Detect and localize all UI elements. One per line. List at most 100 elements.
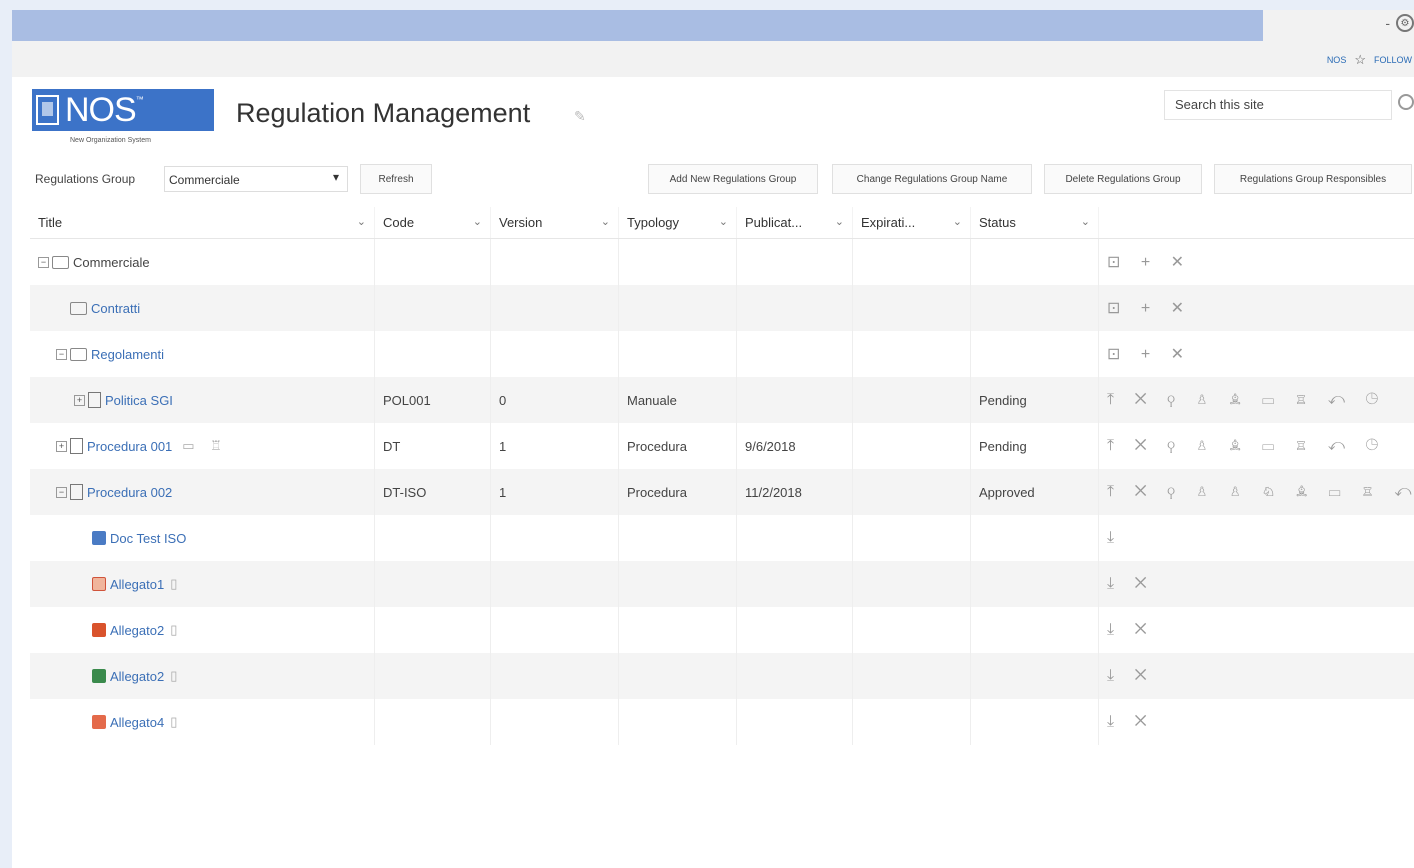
chevron-down-icon: ⌄	[356, 216, 366, 228]
logo-mark-icon	[36, 95, 59, 125]
row-actions[interactable]: ⤓ ✕	[1099, 607, 1414, 653]
row-actions[interactable]: ⊡ + ✕	[1099, 239, 1414, 285]
row-actions[interactable]: ⤓ ✕	[1099, 561, 1414, 607]
code-cell	[375, 285, 491, 331]
status-cell	[971, 331, 1099, 377]
expand-icon[interactable]: +	[56, 440, 67, 452]
row-title[interactable]: Regolamenti	[91, 347, 164, 362]
row-title[interactable]: Allegato4	[110, 715, 164, 730]
col-code[interactable]: Code ⌄	[375, 207, 491, 238]
add-group-button[interactable]: Add New Regulations Group	[648, 164, 818, 194]
collapse-icon[interactable]: −	[56, 348, 67, 360]
row-title[interactable]: Contratti	[91, 301, 140, 316]
expiration-cell	[853, 285, 971, 331]
document-icon	[88, 392, 101, 408]
change-group-name-button[interactable]: Change Regulations Group Name	[832, 164, 1032, 194]
table-row: − Procedura 002 DT-ISO 1 Procedura 11/2/2…	[30, 469, 1414, 515]
row-title[interactable]: Politica SGI	[105, 393, 173, 408]
col-expiration[interactable]: Expirati... ⌄	[853, 207, 971, 238]
site-links: NOS ☆ FOLLOW	[1327, 52, 1412, 68]
typology-cell	[619, 561, 737, 607]
table-row: − Commerciale ⊡ + ✕	[30, 239, 1414, 285]
group-responsibles-button[interactable]: Regulations Group Responsibles	[1214, 164, 1412, 194]
version-cell	[491, 561, 619, 607]
expand-icon[interactable]: +	[74, 394, 85, 406]
col-status[interactable]: Status ⌄	[971, 207, 1099, 238]
gear-icon[interactable]: ⚙	[1396, 14, 1414, 32]
col-status-label: Status	[979, 215, 1016, 230]
version-cell: 1	[491, 423, 619, 469]
nos-logo[interactable]: NOS ™	[32, 89, 214, 131]
typology-cell	[619, 515, 737, 561]
search-icon[interactable]	[1398, 94, 1414, 110]
row-title[interactable]: Procedura 002	[87, 485, 172, 500]
title-cell: Allegato4 ▯	[30, 699, 375, 745]
logo-text: NOS	[65, 90, 137, 129]
row-actions[interactable]: ⤒ ✕ ⚲ ♙ ♗ ▭ ♖ ↶ ◷	[1099, 423, 1414, 469]
row-title[interactable]: Doc Test ISO	[110, 531, 186, 546]
expiration-cell	[853, 377, 971, 423]
expiration-cell	[853, 561, 971, 607]
grid-header: Title ⌄ Code ⌄ Version ⌄ Typology ⌄ Publicat…	[30, 207, 1414, 239]
version-cell	[491, 515, 619, 561]
edit-icon[interactable]: ✎	[574, 108, 592, 124]
version-cell	[491, 607, 619, 653]
collapse-icon[interactable]: −	[56, 486, 67, 498]
search-input[interactable]: Search this site	[1164, 90, 1392, 120]
table-row: + Procedura 001 ▭ ♖ DT 1 Procedura 9/6/201…	[30, 423, 1414, 469]
row-title[interactable]: Commerciale	[73, 255, 150, 270]
row-actions[interactable]: ⤓	[1099, 515, 1414, 561]
chevron-down-icon: ⌄	[1080, 216, 1090, 228]
col-version-label: Version	[499, 215, 543, 230]
row-actions[interactable]: ⤓ ✕	[1099, 699, 1414, 745]
logo-subtitle: New Organization System	[70, 137, 151, 144]
follow-link[interactable]: FOLLOW	[1374, 55, 1412, 65]
col-actions	[1099, 207, 1414, 238]
pdf-file-icon	[92, 577, 106, 591]
status-cell: Pending	[971, 377, 1099, 423]
typology-cell	[619, 285, 737, 331]
col-code-label: Code	[383, 215, 415, 230]
row-actions[interactable]: ⤒ ✕ ⚲ ♙ ♙ ♘ ♗ ▭ ♖ ↶	[1099, 469, 1414, 515]
expiration-cell	[853, 239, 971, 285]
nos-link[interactable]: NOS	[1327, 55, 1347, 65]
col-publication[interactable]: Publicat... ⌄	[737, 207, 853, 238]
row-actions[interactable]: ⊡ + ✕	[1099, 331, 1414, 377]
col-typology[interactable]: Typology ⌄	[619, 207, 737, 238]
title-cell: − Commerciale	[30, 239, 375, 285]
row-actions[interactable]: ⤓ ✕	[1099, 653, 1414, 699]
col-expiration-label: Expirati...	[861, 215, 916, 230]
code-cell	[375, 653, 491, 699]
status-cell	[971, 239, 1099, 285]
version-cell	[491, 285, 619, 331]
status-cell	[971, 515, 1099, 561]
title-cell: Allegato2 ▯	[30, 607, 375, 653]
chevron-down-icon: ⌄	[718, 216, 728, 228]
publication-cell	[737, 377, 853, 423]
version-cell	[491, 331, 619, 377]
col-version[interactable]: Version ⌄	[491, 207, 619, 238]
workflow-icon[interactable]: ▭ ♖	[182, 438, 228, 454]
code-cell	[375, 239, 491, 285]
status-cell: Pending	[971, 423, 1099, 469]
col-title[interactable]: Title ⌄	[30, 207, 375, 238]
refresh-button[interactable]: Refresh	[360, 164, 432, 194]
row-title[interactable]: Procedura 001	[87, 439, 172, 454]
title-cell: − Procedura 002	[30, 469, 375, 515]
logo-tm: ™	[135, 95, 144, 104]
col-typology-label: Typology	[627, 215, 680, 230]
regulations-grid: Title ⌄ Code ⌄ Version ⌄ Typology ⌄ Publicat…	[30, 207, 1414, 745]
typology-cell	[619, 653, 737, 699]
regulations-group-select[interactable]: Commerciale ▾	[164, 166, 348, 192]
star-icon[interactable]: ☆	[1354, 52, 1366, 68]
row-actions[interactable]: ⤒ ✕ ⚲ ♙ ♗ ▭ ♖ ↶ ◷	[1099, 377, 1414, 423]
row-title[interactable]: Allegato2	[110, 623, 164, 638]
row-actions[interactable]: ⊡ + ✕	[1099, 285, 1414, 331]
delete-group-button[interactable]: Delete Regulations Group	[1044, 164, 1202, 194]
collapse-icon[interactable]: −	[38, 256, 49, 268]
row-title[interactable]: Allegato1	[110, 577, 164, 592]
image-file-icon	[92, 715, 106, 729]
row-title[interactable]: Allegato2	[110, 669, 164, 684]
expiration-cell	[853, 515, 971, 561]
publication-cell	[737, 515, 853, 561]
